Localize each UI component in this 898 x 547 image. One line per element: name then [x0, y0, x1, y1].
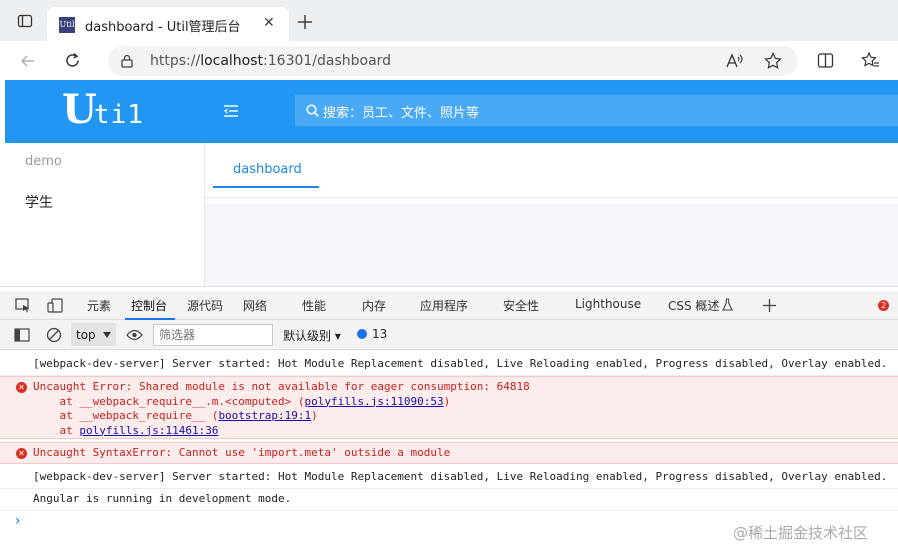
error-count-badge[interactable]: 2	[878, 300, 889, 311]
tab-title: dashboard - Util管理后台	[85, 20, 241, 35]
app-logo[interactable]: Uti1	[62, 90, 144, 135]
console-output: [webpack-dev-server] Server started: Hot…	[0, 350, 898, 547]
source-link[interactable]: polyfills.js:11461:36	[79, 424, 218, 437]
browser-tab[interactable]: Util dashboard - Util管理后台 ✕	[47, 7, 289, 41]
message-count[interactable]: 13	[357, 327, 387, 341]
stack-frame-text: at __webpack_require__.m.<computed> (	[33, 394, 305, 408]
devtools-tab-memory[interactable]: 内存	[362, 297, 386, 314]
source-link[interactable]: polyfills.js:11090:53	[305, 395, 444, 408]
devtools-tab-sources[interactable]: 源代码	[187, 297, 223, 314]
console-prompt[interactable]: ›	[15, 513, 21, 529]
show-sidebar-icon[interactable]	[14, 328, 30, 342]
tab-actions-icon[interactable]	[17, 13, 33, 29]
tab-dashboard-label: dashboard	[233, 162, 302, 177]
read-aloud-icon[interactable]	[725, 52, 743, 70]
tab-dashboard[interactable]: dashboard	[213, 143, 319, 188]
stack-frame-text: at	[33, 423, 80, 437]
address-bar[interactable]: https://localhost:16301/dashboard	[108, 46, 798, 76]
error-message: Uncaught Error: Shared module is not ava…	[33, 380, 530, 393]
devtools-tab-performance[interactable]: 性能	[302, 297, 326, 314]
favorites-icon[interactable]	[861, 51, 880, 70]
devtools-tab-console[interactable]: 控制台	[131, 297, 167, 314]
split-screen-icon[interactable]	[817, 52, 834, 69]
tab-divider	[205, 197, 898, 198]
global-search-input[interactable]: 搜索：员工、文件、照片等	[295, 95, 898, 126]
sidebar-group-demo[interactable]: demo	[25, 154, 62, 169]
devtools-tab-network[interactable]: 网络	[243, 297, 267, 314]
browser-tab-strip: Util dashboard - Util管理后台 ✕	[0, 0, 898, 41]
back-icon[interactable]	[20, 53, 36, 69]
dashboard-area	[205, 204, 898, 286]
url-text: https://localhost:16301/dashboard	[150, 53, 391, 69]
menu-toggle-icon[interactable]	[224, 105, 238, 117]
logo-suffix: ti1	[93, 100, 144, 130]
favicon-icon: Util	[59, 17, 75, 33]
console-error-row[interactable]: ✕ Uncaught Error: Shared module is not a…	[0, 376, 898, 439]
live-expression-eye-icon[interactable]	[126, 329, 143, 341]
info-dot-icon	[357, 329, 367, 339]
url-host: localhost	[200, 53, 264, 69]
favorite-star-icon[interactable]	[764, 52, 782, 70]
chevron-down-icon	[103, 332, 111, 338]
inspect-element-icon[interactable]	[15, 298, 31, 313]
devtools-tab-bar: 元素 控制台 源代码 网络 性能 内存 应用程序 安全性 Lighthouse …	[0, 291, 898, 320]
new-tab-icon[interactable]	[298, 15, 312, 29]
devtools-tab-security[interactable]: 安全性	[503, 297, 539, 314]
sidebar: demo 学生	[5, 143, 205, 286]
stack-frame-text: at __webpack_require__ (	[33, 409, 219, 422]
error-stack: Uncaught Error: Shared module is not ava…	[33, 380, 530, 438]
console-log-row: [webpack-dev-server] Server started: Hot…	[0, 350, 898, 376]
message-count-value: 13	[372, 327, 388, 341]
console-error-row[interactable]: ✕ Uncaught SyntaxError: Cannot use 'impo…	[0, 442, 898, 464]
console-log-row: [webpack-dev-server] Server started: Hot…	[0, 464, 898, 489]
error-icon: ✕	[16, 448, 27, 459]
devtools-tab-lighthouse[interactable]: Lighthouse	[575, 297, 641, 311]
sidebar-item-student[interactable]: 学生	[25, 192, 53, 212]
error-icon: ✕	[16, 382, 27, 393]
log-message: Angular is running in development mode.	[33, 492, 292, 505]
browser-toolbar: https://localhost:16301/dashboard	[0, 41, 898, 80]
stack-frame-text: )	[443, 394, 451, 408]
search-placeholder: 搜索：员工、文件、照片等	[323, 106, 480, 121]
refresh-icon[interactable]	[64, 52, 81, 69]
lock-icon[interactable]	[121, 54, 133, 68]
experiment-flask-icon	[722, 298, 733, 311]
more-tabs-plus-icon[interactable]	[763, 299, 776, 312]
url-path: :16301/dashboard	[263, 53, 392, 69]
search-icon	[306, 104, 319, 117]
console-filter-input[interactable]	[153, 324, 273, 346]
device-emulation-icon[interactable]	[47, 298, 63, 313]
devtools-tab-css-overview[interactable]: CSS 概述	[668, 297, 719, 314]
watermark: @稀土掘金技术社区	[733, 524, 869, 542]
console-log-row: Angular is running in development mode.	[0, 489, 898, 511]
console-toolbar: top 默认级别 ▾ 13	[0, 320, 898, 350]
clear-console-icon[interactable]	[46, 327, 62, 343]
source-link[interactable]: bootstrap:19:1	[218, 409, 311, 422]
context-select-value: top	[76, 328, 96, 342]
close-tab-icon[interactable]: ✕	[263, 15, 275, 31]
chevron-down-icon: ▾	[334, 329, 341, 343]
log-level-select[interactable]: 默认级别 ▾	[283, 327, 341, 344]
devtools-tab-elements[interactable]: 元素	[87, 297, 111, 314]
logo-letter: U	[62, 86, 97, 133]
devtools-tab-application[interactable]: 应用程序	[420, 297, 468, 314]
log-message: [webpack-dev-server] Server started: Hot…	[33, 470, 888, 483]
stack-frame-text: )	[311, 409, 318, 422]
error-message: Uncaught SyntaxError: Cannot use 'import…	[33, 446, 451, 459]
main-content: dashboard	[205, 143, 898, 286]
context-select[interactable]: top	[71, 323, 116, 346]
log-level-value: 默认级别	[283, 329, 332, 343]
log-message: [webpack-dev-server] Server started: Hot…	[33, 357, 888, 370]
url-scheme: https://	[150, 53, 201, 69]
app-header: Uti1 搜索：员工、文件、照片等	[5, 80, 898, 143]
